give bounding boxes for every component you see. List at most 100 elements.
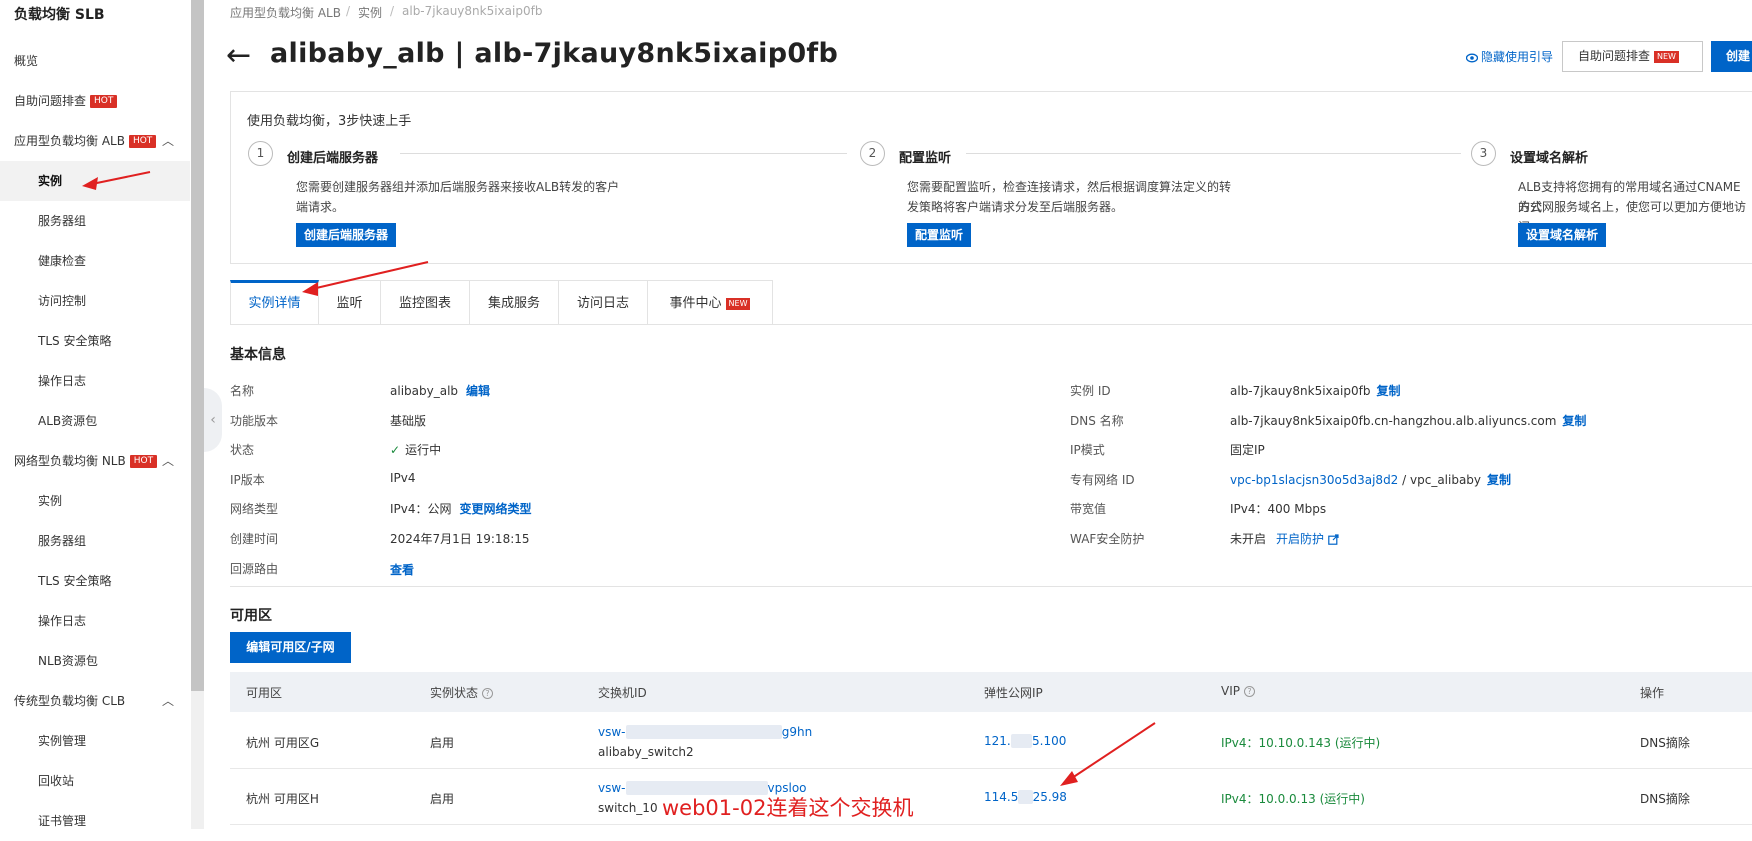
sidebar-item-clb-recycle-bin[interactable]: 回收站 xyxy=(0,761,190,801)
vswitch-id-link[interactable]: vsw-xxxxxxxxxxxxxxxxxxxxxxg9hn xyxy=(598,725,812,739)
field-value: 未开启 开启防护 xyxy=(1230,530,1339,547)
sidebar-scrollbar-thumb[interactable] xyxy=(191,0,204,691)
field-value: ✓ 运行中 xyxy=(390,441,441,458)
sidebar-group-clb[interactable]: 传统型负载均衡 CLB ︿ xyxy=(0,681,190,721)
tab-listeners[interactable]: 监听 xyxy=(319,280,381,325)
eip-link[interactable]: 114.5xx25.98 xyxy=(984,790,1067,804)
field-value: alibaby_alb 编辑 xyxy=(390,382,490,399)
step-number: 2 xyxy=(860,141,885,166)
breadcrumb-current: alb-7jkauy8nk5ixaip0fb xyxy=(402,4,543,18)
copy-instance-id-link[interactable]: 复制 xyxy=(1376,384,1400,398)
setup-dns-button[interactable]: 设置域名解析 xyxy=(1518,223,1607,247)
chevron-left-icon: ‹ xyxy=(210,412,216,428)
dns-remove-link[interactable]: DNS摘除 xyxy=(1640,790,1690,807)
chevron-up-icon[interactable]: ︿ xyxy=(162,121,174,161)
field-value: 固定IP xyxy=(1230,443,1265,457)
sidebar-item-nlb-instances[interactable]: 实例 xyxy=(0,481,190,521)
tab-access-logs[interactable]: 访问日志 xyxy=(559,280,648,325)
step-title: 创建后端服务器 xyxy=(287,151,379,166)
external-link-icon[interactable] xyxy=(1328,534,1339,545)
hide-guide-link[interactable]: 隐藏使用引导 xyxy=(1465,48,1553,65)
edit-zones-button[interactable]: 编辑可用区/子网 xyxy=(230,632,351,663)
sidebar-item-self-check[interactable]: 自助问题排查 HOT xyxy=(0,81,190,121)
vip-cell: IPv4：10.0.0.13 (运行中) xyxy=(1221,792,1365,806)
page-title: alibaby_alb | alb-7jkauy8nk5ixaip0fb xyxy=(270,38,839,69)
sidebar-group-alb[interactable]: 应用型负载均衡 ALB HOT ︿ xyxy=(0,121,190,161)
dns-remove-link[interactable]: DNS摘除 xyxy=(1640,734,1690,751)
sidebar-item-label: 证书管理 xyxy=(38,814,87,828)
self-check-button[interactable]: 自助问题排查 NEW xyxy=(1562,41,1703,72)
copy-dns-link[interactable]: 复制 xyxy=(1562,414,1586,428)
status-cell: 启用 xyxy=(430,736,455,750)
sidebar-item-alb-access-control[interactable]: 访问控制 xyxy=(0,281,190,321)
sidebar-item-label: 操作日志 xyxy=(38,614,87,628)
help-icon[interactable]: ? xyxy=(1243,686,1255,697)
field-label: DNS 名称 xyxy=(1070,414,1124,428)
tab-event-center[interactable]: 事件中心 NEW xyxy=(648,280,773,325)
sidebar-item-alb-tls-policy[interactable]: TLS 安全策略 xyxy=(0,321,190,361)
vpc-id-link[interactable]: vpc-bp1slacjsn30o5d3aj8d2 xyxy=(1230,473,1398,487)
status-cell: 启用 xyxy=(430,792,455,806)
chevron-up-icon[interactable]: ︿ xyxy=(162,441,174,481)
sidebar-item-overview[interactable]: 概览 xyxy=(0,41,190,81)
sidebar-item-nlb-tls-policy[interactable]: TLS 安全策略 xyxy=(0,561,190,601)
back-arrow-icon[interactable]: ← xyxy=(226,36,251,76)
sidebar-item-alb-operation-log[interactable]: 操作日志 xyxy=(0,361,190,401)
step-description: 端请求。 xyxy=(296,200,345,214)
copy-vpc-link[interactable]: 复制 xyxy=(1487,473,1511,487)
sidebar-item-alb-instances[interactable]: 实例 xyxy=(0,161,190,201)
vip-cell: IPv4：10.10.0.143 (运行中) xyxy=(1221,736,1381,750)
step-title: 设置域名解析 xyxy=(1510,151,1589,166)
sidebar-item-clb-certificates[interactable]: 证书管理 xyxy=(0,801,190,841)
tab-integrations[interactable]: 集成服务 xyxy=(470,280,559,325)
create-button[interactable]: 创建 xyxy=(1711,41,1752,72)
vswitch-id-end: g9hn xyxy=(781,725,813,739)
sidebar-group-nlb[interactable]: 网络型负载均衡 NLB HOT ︿ xyxy=(0,441,190,481)
field-label: 专有网络 ID xyxy=(1070,473,1135,487)
chevron-up-icon[interactable]: ︿ xyxy=(162,681,174,721)
row-divider xyxy=(230,768,1752,769)
sidebar-item-alb-resource-pack[interactable]: ALB资源包 xyxy=(0,401,190,441)
change-network-type-link[interactable]: 变更网络类型 xyxy=(460,502,532,516)
configure-listener-button[interactable]: 配置监听 xyxy=(907,223,972,247)
sidebar-item-nlb-server-groups[interactable]: 服务器组 xyxy=(0,521,190,561)
field-label: 回源路由 xyxy=(230,562,279,576)
sidebar-title: 负载均衡 SLB xyxy=(14,7,105,23)
sidebar-item-label: 服务器组 xyxy=(38,214,87,228)
help-icon[interactable]: ? xyxy=(482,688,494,699)
sidebar-item-nlb-resource-pack[interactable]: NLB资源包 xyxy=(0,641,190,681)
sidebar-scrollbar-track[interactable] xyxy=(191,691,204,829)
field-label: 创建时间 xyxy=(230,532,279,546)
eip-link[interactable]: 121.xxx5.100 xyxy=(984,734,1066,748)
sidebar-item-alb-health-check[interactable]: 健康检查 xyxy=(0,241,190,281)
redacted-mask: xxx xyxy=(1010,734,1033,748)
eye-icon xyxy=(1465,53,1479,62)
redacted-mask: xx xyxy=(1018,790,1033,804)
tab-instance-details[interactable]: 实例详情 xyxy=(230,280,319,325)
sidebar-item-label: ALB资源包 xyxy=(38,414,98,428)
self-check-label: 自助问题排查 xyxy=(1578,49,1651,63)
enable-waf-link[interactable]: 开启防护 xyxy=(1276,532,1324,546)
column-header: 弹性公网IP xyxy=(984,686,1043,700)
breadcrumb-item[interactable]: 应用型负载均衡 ALB xyxy=(230,4,341,21)
view-route-link[interactable]: 查看 xyxy=(390,563,414,577)
breadcrumb-item[interactable]: 实例 xyxy=(358,4,382,21)
create-backend-server-button[interactable]: 创建后端服务器 xyxy=(296,223,397,247)
edit-name-link[interactable]: 编辑 xyxy=(466,384,490,398)
collapse-sidebar-handle[interactable]: ‹ xyxy=(204,388,222,452)
sidebar-item-alb-server-groups[interactable]: 服务器组 xyxy=(0,201,190,241)
sidebar-item-label: 实例 xyxy=(38,174,63,188)
sidebar-item-label: 访问控制 xyxy=(38,294,87,308)
column-header: 实例状态? xyxy=(430,684,494,701)
quick-start-title: 使用负载均衡，3步快速上手 xyxy=(247,114,412,129)
sidebar-item-nlb-operation-log[interactable]: 操作日志 xyxy=(0,601,190,641)
sidebar-item-clb-instances[interactable]: 实例管理 xyxy=(0,721,190,761)
field-value: IPv4：400 Mbps xyxy=(1230,502,1327,516)
field-value: IPv4：公网 变更网络类型 xyxy=(390,500,532,517)
column-header-label: 实例状态 xyxy=(430,686,479,700)
vswitch-id-start: vsw- xyxy=(598,725,626,739)
step-title: 配置监听 xyxy=(899,151,952,166)
tab-monitoring[interactable]: 监控图表 xyxy=(381,280,470,325)
step-number: 1 xyxy=(248,141,273,166)
section-divider xyxy=(230,586,1752,587)
